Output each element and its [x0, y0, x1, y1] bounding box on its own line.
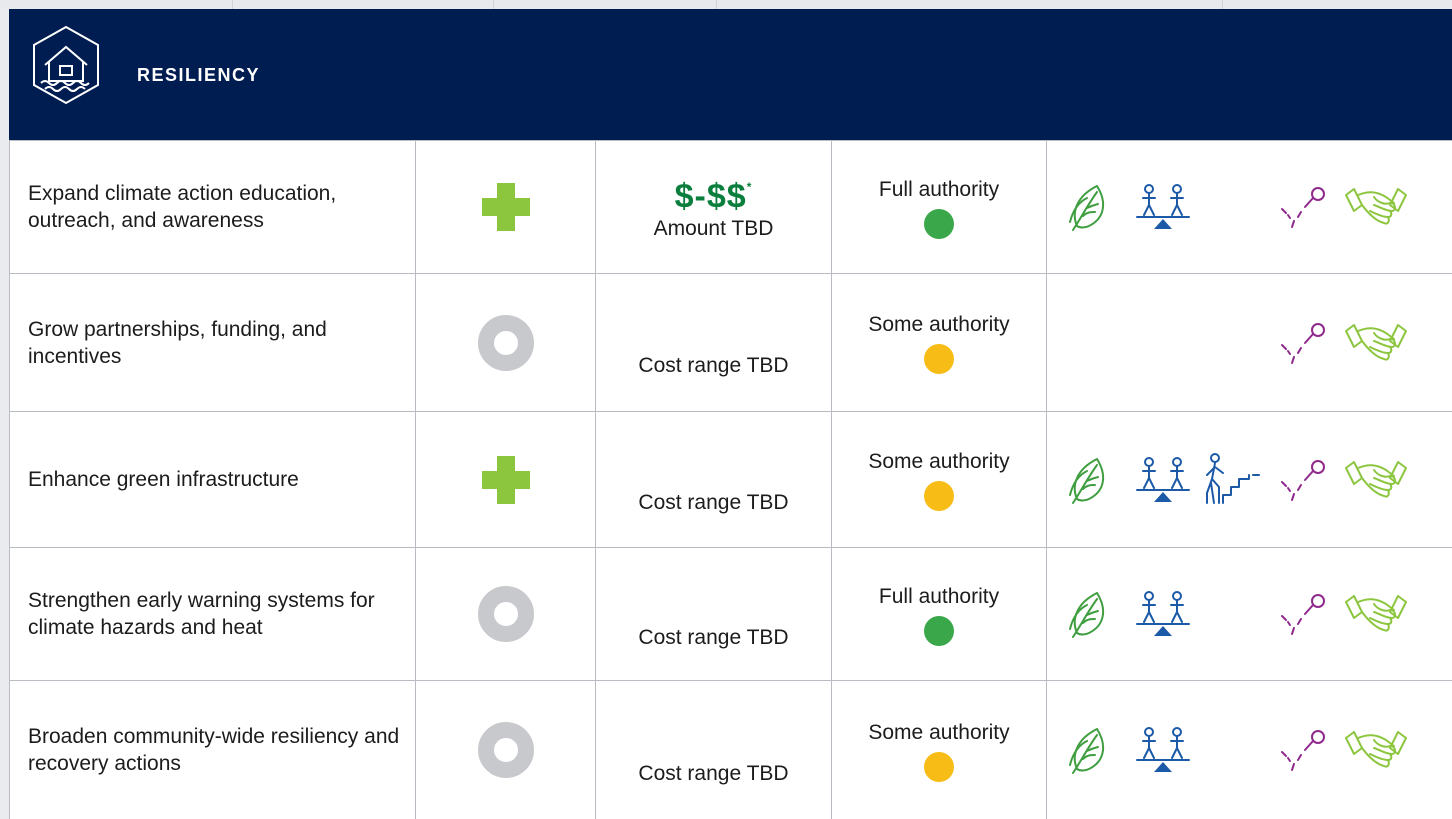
cost-text: Cost range TBD — [638, 761, 789, 785]
leaf-icon — [1069, 185, 1105, 231]
ring-icon — [477, 314, 534, 371]
authority-text: Some authority — [868, 313, 1010, 336]
action-row: Enhance green infrastructure Cost range T… — [9, 411, 1452, 548]
full-authority-dot — [924, 615, 954, 646]
page: RESILIENCY Expand climate action educati… — [0, 0, 1452, 819]
impact-icons-cell — [1046, 140, 1452, 274]
equity-scale-icon — [1136, 591, 1190, 636]
cost-text: Cost range TBD — [638, 625, 789, 649]
action-row: Broaden community-wide resiliency and re… — [9, 680, 1452, 819]
some-authority-dot — [924, 751, 954, 782]
target-icon — [1281, 459, 1325, 501]
action-row: Grow partnerships, funding, and incentiv… — [9, 273, 1452, 412]
cost-footnote-mark: * — [746, 179, 753, 194]
authority-cell: Some authority — [831, 273, 1047, 412]
section-header: RESILIENCY — [9, 9, 1452, 140]
cost-text: Amount TBD — [653, 217, 774, 241]
cost-cell: Cost range TBD — [595, 411, 832, 548]
action-text: Enhance green infrastructure — [28, 468, 299, 491]
effect-cell — [415, 411, 596, 548]
authority-cell: Full authority — [831, 140, 1047, 274]
effect-cell — [415, 547, 596, 681]
action-text: Strengthen early warning systems for cli… — [28, 589, 375, 639]
leaf-icon — [1069, 457, 1105, 504]
cost-symbol: $-$$* — [675, 172, 753, 215]
target-icon — [1281, 594, 1325, 635]
plus-icon — [481, 183, 530, 231]
some-authority-dot — [924, 344, 954, 374]
plus-icon — [481, 455, 530, 504]
authority-text: Some authority — [868, 720, 1010, 744]
equity-scale-icon — [1136, 456, 1190, 502]
handshake-icon — [1345, 323, 1407, 360]
leaf-icon — [1069, 728, 1105, 774]
action-description: Enhance green infrastructure — [9, 411, 416, 548]
effect-cell — [415, 140, 596, 274]
action-description: Broaden community-wide resiliency and re… — [9, 680, 416, 819]
action-text: Expand climate action education, outreac… — [28, 182, 337, 232]
target-icon — [1281, 187, 1325, 228]
actions-table: Expand climate action education, outreac… — [9, 140, 1452, 819]
authority-cell: Full authority — [831, 547, 1047, 681]
effect-cell — [415, 273, 596, 412]
authority-cell: Some authority — [831, 680, 1047, 819]
ring-icon — [477, 722, 534, 778]
authority-text: Full authority — [878, 584, 1000, 608]
cost-text: Cost range TBD — [638, 491, 789, 514]
cost-cell: Cost range TBD — [595, 547, 832, 681]
full-authority-dot — [924, 208, 954, 239]
authority-text: Some authority — [868, 450, 1010, 473]
cost-text: Cost range TBD — [638, 354, 789, 377]
cost-cell: Cost range TBD — [595, 273, 832, 412]
impact-icons-cell — [1046, 547, 1452, 681]
action-row: Strengthen early warning systems for cli… — [9, 547, 1452, 681]
strip-divider — [493, 0, 494, 9]
house-flood-icon — [33, 25, 99, 105]
leaf-icon — [1069, 592, 1105, 638]
strip-divider — [232, 0, 233, 9]
handshake-icon — [1345, 731, 1407, 768]
action-description: Expand climate action education, outreac… — [9, 140, 416, 274]
equity-scale-icon — [1136, 184, 1190, 229]
cost-cell: $-$$* Amount TBD — [595, 140, 832, 274]
impact-icons-cell — [1046, 273, 1452, 412]
action-row: Expand climate action education, outreac… — [9, 140, 1452, 274]
person-stairs-icon — [1206, 452, 1260, 504]
some-authority-dot — [924, 481, 954, 511]
authority-cell: Some authority — [831, 411, 1047, 548]
impact-icons-cell — [1046, 411, 1452, 548]
strip-divider — [716, 0, 717, 9]
section-title: RESILIENCY — [137, 65, 261, 85]
cost-cell: Cost range TBD — [595, 680, 832, 819]
action-text: Grow partnerships, funding, and incentiv… — [28, 317, 327, 368]
handshake-icon — [1345, 188, 1407, 225]
strip-divider — [1222, 0, 1223, 9]
effect-cell — [415, 680, 596, 819]
action-description: Grow partnerships, funding, and incentiv… — [9, 273, 416, 412]
action-text: Broaden community-wide resiliency and re… — [28, 725, 400, 775]
equity-scale-icon — [1136, 727, 1190, 772]
ring-icon — [477, 586, 534, 642]
impact-icons-cell — [1046, 680, 1452, 819]
action-description: Strengthen early warning systems for cli… — [9, 547, 416, 681]
authority-text: Full authority — [878, 177, 1000, 201]
handshake-icon — [1345, 595, 1407, 632]
top-strip — [0, 0, 1452, 9]
target-icon — [1281, 322, 1325, 364]
cost-symbol-text: $-$$ — [674, 177, 747, 216]
handshake-icon — [1345, 460, 1407, 497]
target-icon — [1281, 730, 1325, 771]
